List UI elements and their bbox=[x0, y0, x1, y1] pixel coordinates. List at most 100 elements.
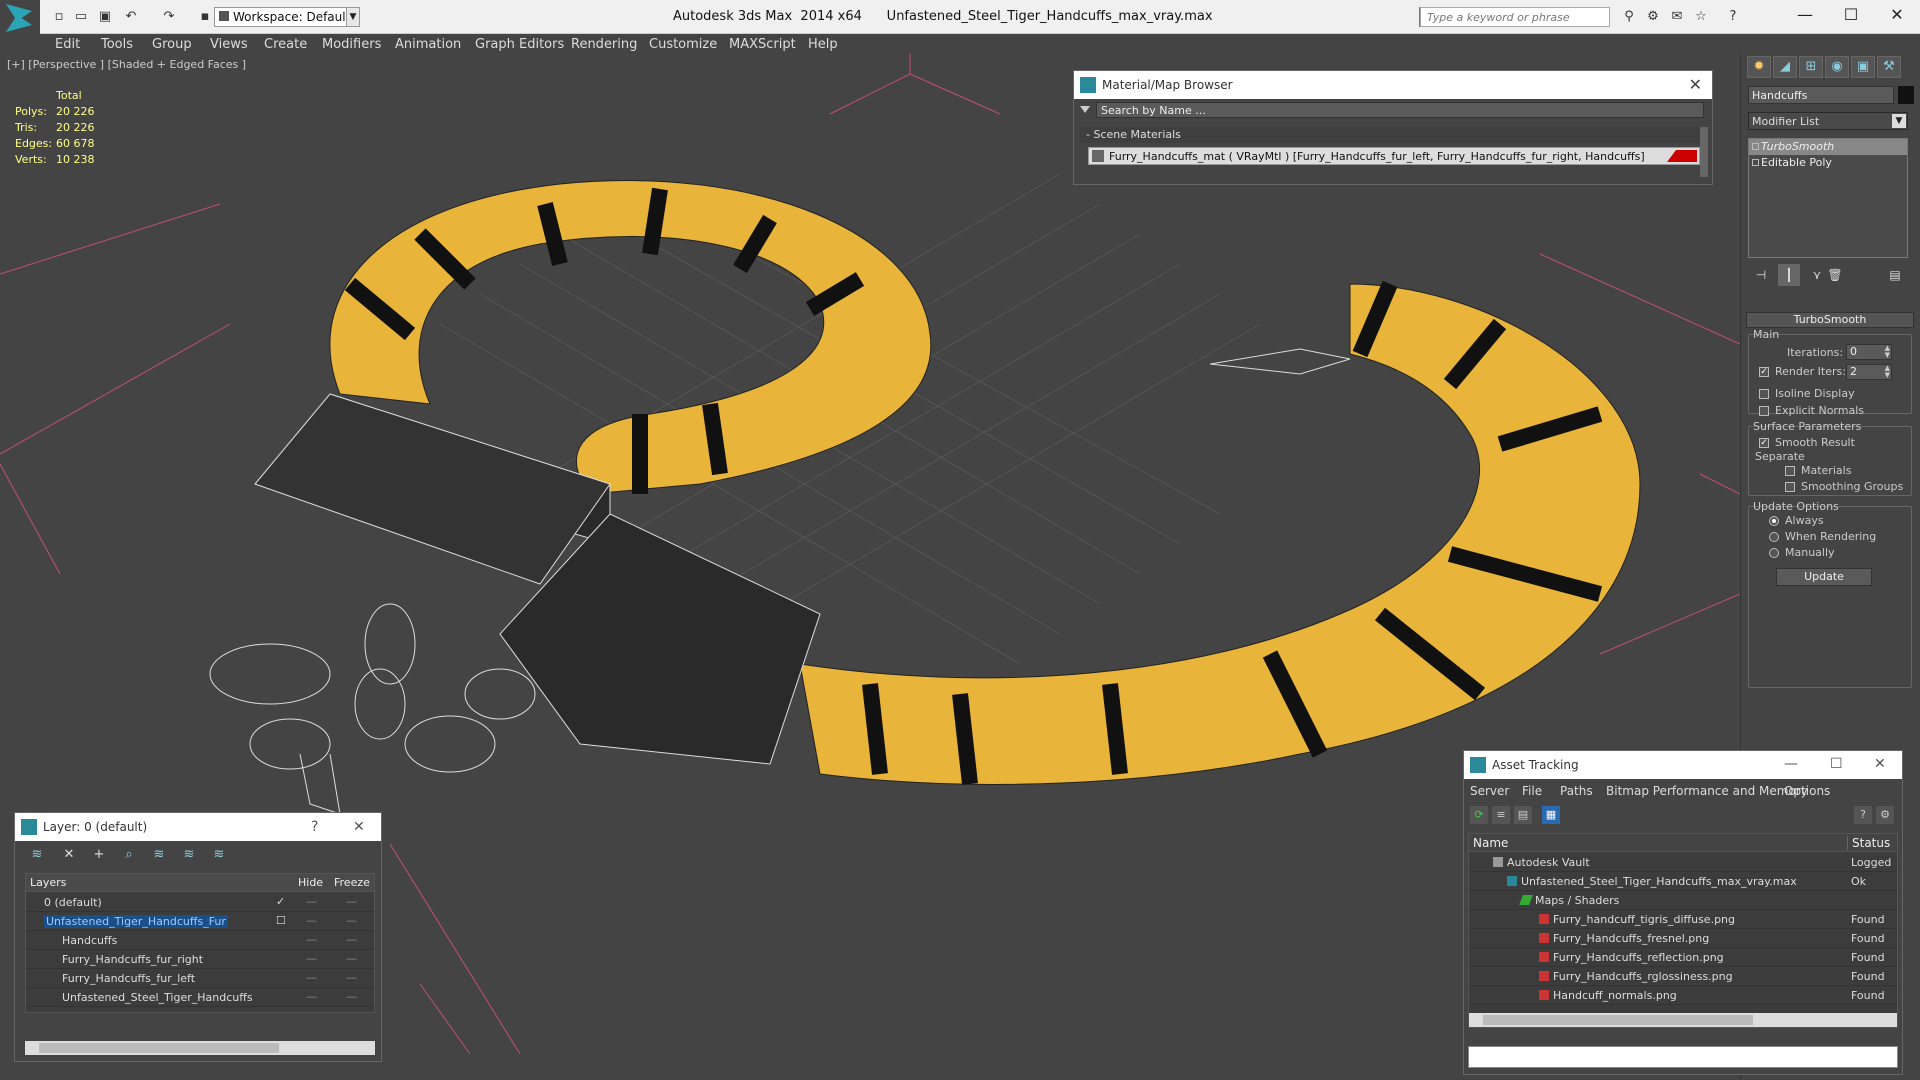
stack-item-turbosmooth[interactable]: TurboSmooth bbox=[1749, 139, 1907, 155]
communication-icon[interactable]: ✉ bbox=[1668, 9, 1686, 25]
asset-tracking-title-bar[interactable]: Asset Tracking — ☐ ✕ bbox=[1464, 751, 1902, 779]
menu-edit[interactable]: Edit bbox=[55, 37, 80, 52]
horizontal-scrollbar[interactable] bbox=[25, 1041, 375, 1055]
save-file-icon[interactable]: ▣ bbox=[96, 9, 114, 25]
scrollbar[interactable] bbox=[1700, 127, 1708, 177]
binoculars-icon[interactable]: ⚲ bbox=[1620, 9, 1638, 25]
spinner-arrows-icon[interactable]: ▲ ▼ bbox=[1885, 365, 1890, 379]
turbosmooth-rollout[interactable]: TurboSmooth bbox=[1746, 312, 1914, 328]
hide-toggle[interactable]: — bbox=[306, 971, 317, 984]
object-row[interactable]: Handcuffs — — bbox=[26, 931, 374, 950]
hold-icon[interactable]: ▪ bbox=[196, 9, 214, 25]
asset-row[interactable]: Handcuff_normals.png Found bbox=[1469, 986, 1897, 1005]
mmb-title-bar[interactable]: Material/Map Browser ✕ bbox=[1074, 71, 1712, 99]
render-iters-checkbox[interactable]: ✓ bbox=[1759, 367, 1769, 377]
table-view-icon[interactable]: ▦ bbox=[1542, 806, 1560, 824]
menu-animation[interactable]: Animation bbox=[395, 37, 461, 52]
freeze-toggle[interactable]: — bbox=[346, 971, 357, 984]
refresh-icon[interactable]: ⟳ bbox=[1470, 806, 1488, 824]
menu-graph-editors[interactable]: Graph Editors bbox=[475, 37, 564, 52]
help-icon[interactable]: ? bbox=[1854, 806, 1872, 824]
layer-title-bar[interactable]: Layer: 0 (default) ? ✕ bbox=[15, 813, 381, 841]
menu-modifiers[interactable]: Modifiers bbox=[322, 37, 381, 52]
spinner-arrows-icon[interactable]: ▲ ▼ bbox=[1885, 345, 1890, 359]
update-button[interactable]: Update bbox=[1776, 568, 1872, 586]
asset-path-field[interactable] bbox=[1468, 1046, 1898, 1068]
select-objects-icon[interactable]: ⌕ bbox=[119, 845, 139, 865]
bulb-icon[interactable] bbox=[1752, 143, 1759, 150]
stack-item-editable-poly[interactable]: Editable Poly bbox=[1749, 155, 1907, 171]
display-tab-icon[interactable]: ▣ bbox=[1851, 56, 1875, 78]
hide-all-icon[interactable]: ≋ bbox=[179, 845, 199, 865]
add-to-layer-icon[interactable]: + bbox=[89, 845, 109, 865]
freeze-toggle[interactable]: — bbox=[346, 914, 357, 927]
asset-row[interactable]: Autodesk Vault Logged bbox=[1469, 853, 1897, 872]
hide-toggle[interactable]: — bbox=[306, 895, 317, 908]
create-layer-icon[interactable]: ≋ bbox=[27, 845, 47, 865]
freeze-toggle[interactable]: — bbox=[346, 933, 357, 946]
app-logo-icon[interactable] bbox=[0, 0, 40, 40]
horizontal-scrollbar[interactable] bbox=[1469, 1013, 1897, 1027]
scrollbar-thumb[interactable] bbox=[39, 1043, 279, 1053]
help-icon[interactable]: ? bbox=[1724, 9, 1742, 25]
scene-materials-group[interactable]: - Scene Materials bbox=[1080, 127, 1700, 143]
menu-maxscript[interactable]: MAXScript bbox=[729, 37, 796, 52]
redo-icon[interactable]: ↷ bbox=[160, 9, 178, 25]
asset-row[interactable]: Unfastened_Steel_Tiger_Handcuffs_max_vra… bbox=[1469, 872, 1897, 891]
object-row[interactable]: Furry_Handcuffs_fur_left — — bbox=[26, 969, 374, 988]
favorites-star-icon[interactable]: ☆ bbox=[1692, 9, 1710, 25]
menu-customize[interactable]: Customize bbox=[649, 37, 717, 52]
scrollbar-thumb[interactable] bbox=[1483, 1015, 1753, 1025]
menu-paths[interactable]: Paths bbox=[1560, 784, 1593, 798]
help-search-input[interactable]: Type a keyword or phrase bbox=[1420, 7, 1610, 27]
asset-row[interactable]: Furry_Handcuffs_rglossiness.png Found bbox=[1469, 967, 1897, 986]
close-icon[interactable]: ✕ bbox=[1689, 75, 1702, 94]
freeze-toggle[interactable]: — bbox=[346, 952, 357, 965]
list-view-icon[interactable]: ≡ bbox=[1492, 806, 1510, 824]
smoothing-groups-checkbox[interactable] bbox=[1785, 482, 1795, 492]
menu-group[interactable]: Group bbox=[152, 37, 192, 52]
menu-help[interactable]: Help bbox=[808, 37, 838, 52]
hide-toggle[interactable]: — bbox=[306, 990, 317, 1003]
name-column-header[interactable]: Name bbox=[1473, 836, 1508, 850]
object-name-field[interactable]: Handcuffs bbox=[1748, 86, 1894, 104]
modifier-list-dropdown[interactable]: Modifier List ▼ bbox=[1748, 112, 1908, 130]
hide-column-header[interactable]: Hide bbox=[298, 876, 323, 889]
new-file-icon[interactable]: ▫ bbox=[50, 9, 68, 25]
layer-row[interactable]: Unfastened_Tiger_Handcuffs_Fur ☐ — — bbox=[26, 912, 374, 931]
render-iters-spinner[interactable]: 2 ▲ ▼ bbox=[1846, 364, 1892, 380]
configure-sets-icon[interactable]: ▤ bbox=[1884, 264, 1906, 286]
hide-toggle[interactable]: — bbox=[306, 933, 317, 946]
menu-create[interactable]: Create bbox=[264, 37, 307, 52]
close-icon[interactable]: ✕ bbox=[1874, 756, 1886, 772]
always-radio[interactable] bbox=[1769, 516, 1779, 526]
menu-tools[interactable]: Tools bbox=[101, 37, 133, 52]
maximize-button[interactable]: ☐ bbox=[1828, 0, 1874, 30]
delete-layer-icon[interactable]: ✕ bbox=[59, 845, 79, 865]
object-color-swatch[interactable] bbox=[1898, 86, 1914, 104]
options-menu-icon[interactable] bbox=[1080, 106, 1090, 113]
hide-toggle[interactable]: — bbox=[306, 914, 317, 927]
freeze-all-icon[interactable]: ≋ bbox=[209, 845, 229, 865]
layer-row[interactable]: 0 (default) ✓ — — bbox=[26, 893, 374, 912]
status-column-header[interactable]: Status bbox=[1847, 836, 1890, 850]
material-item[interactable]: Furry_Handcuffs_mat ( VRayMtl ) [Furry_H… bbox=[1088, 147, 1700, 165]
when-rendering-radio[interactable] bbox=[1769, 532, 1779, 542]
close-button[interactable]: ✕ bbox=[1874, 0, 1920, 30]
close-icon[interactable]: ✕ bbox=[353, 819, 365, 835]
pin-stack-icon[interactable]: ⊣ bbox=[1750, 264, 1772, 286]
undo-icon[interactable]: ↶ bbox=[122, 9, 140, 25]
create-tab-icon[interactable]: ✹ bbox=[1747, 56, 1771, 78]
menu-views[interactable]: Views bbox=[210, 37, 248, 52]
show-end-result-icon[interactable]: ┃ bbox=[1778, 264, 1800, 286]
chevron-down-icon[interactable]: ▼ bbox=[346, 7, 360, 27]
freeze-toggle[interactable]: — bbox=[346, 895, 357, 908]
object-row[interactable]: Furry_Handcuffs_fur_right — — bbox=[26, 950, 374, 969]
help-icon[interactable]: ? bbox=[311, 819, 318, 835]
isoline-display-checkbox[interactable] bbox=[1759, 389, 1769, 399]
minimize-icon[interactable]: — bbox=[1784, 756, 1798, 772]
maximize-icon[interactable]: ☐ bbox=[1830, 756, 1843, 772]
object-row[interactable]: Unfastened_Steel_Tiger_Handcuffs — — bbox=[26, 988, 374, 1007]
active-layer-check-icon[interactable]: ✓ bbox=[276, 895, 285, 908]
materials-checkbox[interactable] bbox=[1785, 466, 1795, 476]
